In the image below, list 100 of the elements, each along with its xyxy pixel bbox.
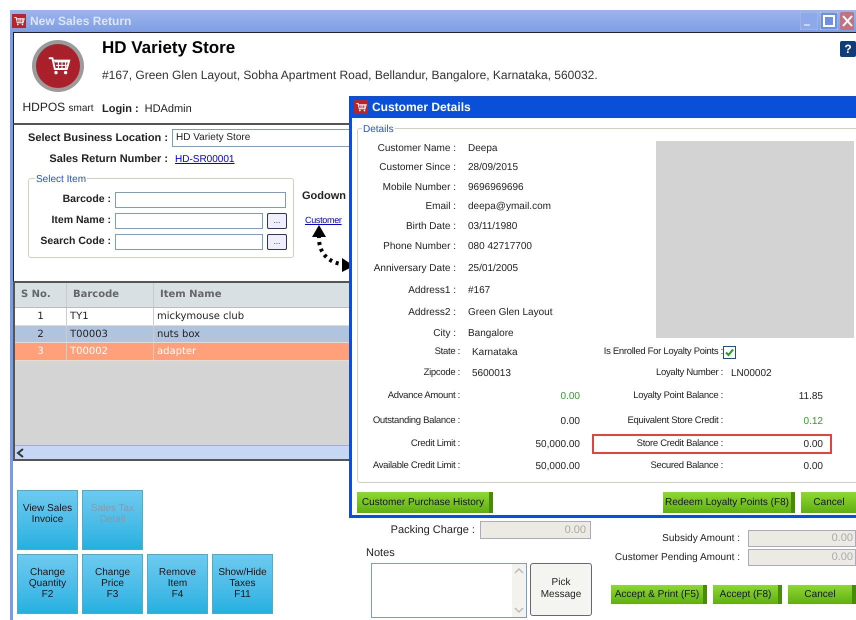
amount-value: 0.00 [560, 390, 580, 404]
detail-label: Outstanding Balance : [372, 414, 460, 428]
detail-label: Email : [424, 200, 456, 214]
detail-value: Deepa [468, 142, 498, 156]
packing-charge-label: Packing Charge : [390, 522, 475, 538]
detail-value: #167 [468, 284, 490, 298]
detail-label: Anniversary Date : [372, 262, 456, 276]
dialog-button[interactable]: Redeem Loyalty Points (F8) [663, 492, 795, 513]
detail-label: City : [432, 326, 456, 340]
footer-button[interactable]: Cancel [788, 585, 856, 604]
action-button[interactable]: Change Quantity F2 [17, 554, 78, 614]
pick-message-button[interactable]: Pick Message [530, 562, 592, 616]
detail-label: Address1 : [407, 284, 456, 298]
detail-value: deepa@ymail.com [468, 200, 551, 214]
amount-value: 0.00 [802, 460, 824, 474]
action-button[interactable]: View Sales Invoice [17, 490, 78, 550]
login-label: Login : [102, 102, 139, 116]
field-label: Barcode : [62, 192, 111, 207]
detail-label: Credit Limit : [410, 436, 460, 451]
help-button[interactable]: ? [840, 41, 856, 57]
return-number-label: Sales Return Number : [48, 152, 169, 167]
cart-icon [354, 100, 368, 114]
footer-button[interactable]: Accept (F8) [713, 585, 782, 604]
detail-value: 28/09/2015 [468, 161, 518, 175]
detail-label: Birth Date : [404, 220, 456, 234]
detail-label: Store Credit Balance : [636, 436, 723, 451]
customer-link[interactable]: Customer [305, 214, 342, 227]
table-cell: 3 [15, 343, 67, 360]
detail-label: Address2 : [407, 306, 456, 320]
detail-value: 9696969696 [468, 180, 524, 194]
amount-value: 50,000.00 [534, 460, 580, 474]
detail-label: Loyalty Point Balance : [632, 389, 723, 404]
detail-value: 5600013 [472, 366, 511, 380]
amount-label: Customer Pending Amount : [614, 550, 740, 564]
table-cell: 1 [15, 308, 67, 324]
detail-value: Green Glen Layout [468, 306, 552, 320]
store-address: #167, Green Glen Layout, Sobha Apartment Road, Bellandur, Bangalore, Karnataka, 560032. [102, 66, 599, 84]
input-field[interactable] [115, 234, 263, 250]
detail-value: Karnataka [472, 346, 518, 360]
lookup-button[interactable]: ... [267, 234, 287, 250]
amount-value: 0.00 [802, 438, 824, 452]
column-header[interactable]: Barcode [67, 283, 154, 307]
dialog-button[interactable]: Cancel [801, 492, 856, 513]
field-label: Item Name : [50, 212, 111, 228]
return-number-link[interactable]: HD-SR00001 [175, 152, 234, 166]
column-header[interactable]: S No. [15, 283, 67, 307]
maximize-icon[interactable] [820, 12, 838, 30]
table-cell: TY1 [67, 308, 154, 324]
notes-label: Notes [366, 546, 396, 561]
cart-logo-icon [31, 39, 85, 93]
footer-button[interactable]: Accept & Print (F5) [611, 585, 707, 604]
close-icon[interactable] [840, 12, 854, 30]
detail-label: Available Credit Limit : [372, 458, 460, 473]
amount-value: 50,000.00 [534, 438, 580, 452]
amount-value: 0.00 [560, 414, 580, 428]
detail-value: 080 42717700 [468, 240, 532, 254]
lookup-button[interactable]: ... [267, 212, 287, 228]
vertical-scrollbar[interactable] [512, 564, 526, 616]
amount-value: 11.85 [798, 390, 824, 404]
dialog-title: Customer Details [372, 99, 471, 116]
godown-label: Godown [302, 189, 346, 204]
detail-label: State : [434, 345, 460, 360]
login-value: HDAdmin [144, 102, 192, 116]
amount-field: 0.00 [748, 530, 856, 546]
detail-label: Loyalty Number : [654, 366, 723, 380]
input-field[interactable] [115, 192, 286, 208]
action-button[interactable]: Remove Item F4 [147, 554, 208, 614]
amount-value: 0.12 [802, 414, 824, 428]
detail-label: Secured Balance : [649, 458, 723, 473]
detail-label: Customer Since : [378, 161, 456, 175]
logo-text: HDPOS smart [22, 99, 94, 116]
location-label: Select Business Location : [28, 130, 169, 146]
detail-label: Mobile Number : [382, 180, 456, 194]
notes-field[interactable] [371, 562, 527, 618]
packing-charge-field: 0.00 [480, 521, 591, 539]
action-button[interactable]: Show/Hide Taxes F11 [212, 554, 273, 614]
detail-label: Zipcode : [422, 366, 460, 380]
window-title: New Sales Return [30, 13, 132, 30]
store-name: HD Variety Store [102, 37, 236, 59]
detail-label: Customer Name : [376, 142, 456, 156]
table-cell: T00002 [67, 343, 154, 360]
input-field[interactable] [115, 212, 263, 228]
checkbox[interactable] [723, 346, 736, 359]
detail-value: 25/01/2005 [468, 262, 518, 276]
table-cell: 2 [15, 326, 67, 342]
table-cell: T00003 [67, 326, 154, 342]
cart-icon [12, 14, 26, 28]
minimize-icon[interactable] [800, 12, 818, 30]
detail-value: LN00002 [731, 366, 772, 380]
detail-label: Is Enrolled For Loyalty Points : [602, 345, 723, 360]
dialog-button[interactable]: Customer Purchase History [357, 492, 493, 513]
amount-label: Subsidy Amount : [661, 532, 740, 546]
detail-label: Equivalent Store Credit : [626, 414, 723, 428]
detail-label: Phone Number : [382, 240, 456, 254]
amount-field: 0.00 [748, 548, 856, 566]
action-button[interactable]: Change Price F3 [82, 554, 143, 614]
field-label: Search Code : [39, 234, 111, 249]
detail-label: Advance Amount : [386, 389, 460, 404]
detail-value: 03/11/1980 [468, 220, 518, 234]
detail-value: Bangalore [468, 326, 514, 340]
